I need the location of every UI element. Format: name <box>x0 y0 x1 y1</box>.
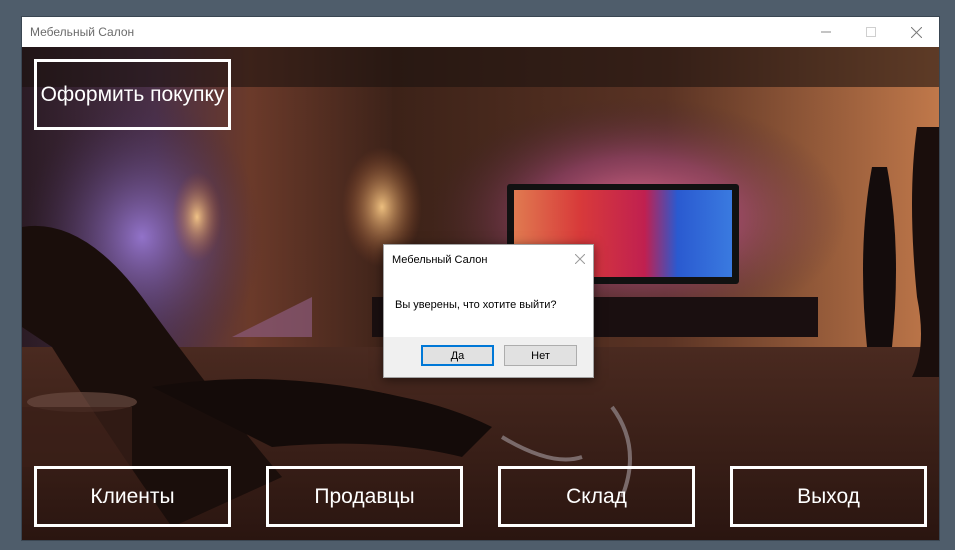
sellers-button[interactable]: Продавцы <box>266 466 463 527</box>
no-button[interactable]: Нет <box>504 345 577 366</box>
clients-button[interactable]: Клиенты <box>34 466 231 527</box>
close-icon <box>574 253 586 265</box>
window-title: Мебельный Салон <box>30 25 135 39</box>
dialog-title-bar[interactable]: Мебельный Салон <box>384 245 593 275</box>
dialog-body: Вы уверены, что хотите выйти? <box>384 275 593 337</box>
dialog-message: Вы уверены, что хотите выйти? <box>395 299 557 311</box>
minimize-button[interactable] <box>803 17 849 47</box>
stock-button[interactable]: Склад <box>498 466 695 527</box>
maximize-icon <box>866 27 876 37</box>
title-bar[interactable]: Мебельный Салон <box>22 17 939 47</box>
minimize-icon <box>821 31 831 33</box>
dialog-title: Мебельный Салон <box>392 254 488 266</box>
dialog-close-button[interactable] <box>574 252 586 267</box>
confirm-exit-dialog: Мебельный Салон Вы уверены, что хотите в… <box>383 244 594 378</box>
maximize-button[interactable] <box>848 17 894 47</box>
close-icon <box>910 26 922 38</box>
close-button[interactable] <box>893 17 939 47</box>
exit-button[interactable]: Выход <box>730 466 927 527</box>
yes-button[interactable]: Да <box>421 345 494 366</box>
make-purchase-button[interactable]: Оформить покупку <box>34 59 231 130</box>
